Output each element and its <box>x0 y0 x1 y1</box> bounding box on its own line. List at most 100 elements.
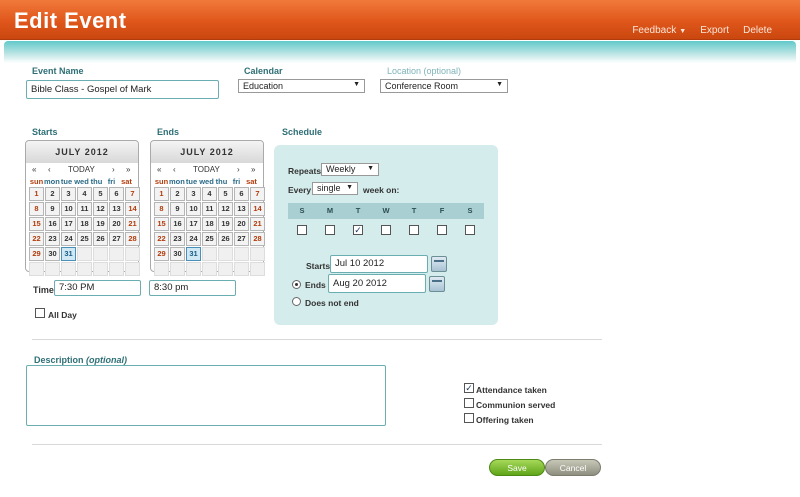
last-month-button[interactable]: » <box>251 165 255 174</box>
prev-month-button[interactable]: ‹ <box>48 165 51 174</box>
calendar-day[interactable]: 11 <box>202 202 217 216</box>
calendar-day[interactable]: 31 <box>61 247 76 261</box>
calendar-day[interactable]: 16 <box>45 217 60 231</box>
calendar-day[interactable]: 27 <box>234 232 249 246</box>
calendar-day[interactable]: 31 <box>186 247 201 261</box>
calendar-day[interactable]: 22 <box>29 232 44 246</box>
option-checkbox[interactable] <box>464 398 474 408</box>
calendar-day[interactable]: 6 <box>109 187 124 201</box>
end-time-input[interactable]: 8:30 pm <box>149 280 236 296</box>
calendar-day[interactable]: 22 <box>154 232 169 246</box>
calendar-day[interactable]: 27 <box>109 232 124 246</box>
calendar-day[interactable]: 18 <box>202 217 217 231</box>
schedule-start-date-input[interactable]: Jul 10 2012 <box>330 255 428 273</box>
weekday-checkbox[interactable] <box>325 225 335 235</box>
today-button[interactable]: TODAY <box>68 165 95 174</box>
calendar-day[interactable]: 11 <box>77 202 92 216</box>
calendar-day[interactable]: 17 <box>186 217 201 231</box>
all-day-checkbox[interactable] <box>35 308 45 318</box>
calendar-select[interactable]: Education ▼ <box>238 79 365 93</box>
cancel-button[interactable]: Cancel <box>545 459 601 476</box>
start-time-input[interactable]: 7:30 PM <box>54 280 141 296</box>
calendar-day[interactable]: 2 <box>170 187 185 201</box>
export-link[interactable]: Export <box>700 25 729 36</box>
calendar-day[interactable]: 18 <box>77 217 92 231</box>
calendar-day[interactable]: 14 <box>250 202 265 216</box>
calendar-day[interactable]: 5 <box>218 187 233 201</box>
option-checkbox[interactable] <box>464 413 474 423</box>
next-month-button[interactable]: › <box>237 165 240 174</box>
calendar-day[interactable]: 16 <box>170 217 185 231</box>
calendar-day[interactable]: 10 <box>61 202 76 216</box>
calendar-day[interactable]: 13 <box>234 202 249 216</box>
calendar-day[interactable]: 1 <box>154 187 169 201</box>
calendar-day[interactable]: 4 <box>202 187 217 201</box>
calendar-day[interactable]: 25 <box>77 232 92 246</box>
calendar-day[interactable]: 13 <box>109 202 124 216</box>
ends-on-radio[interactable] <box>292 280 301 289</box>
calendar-day[interactable]: 24 <box>61 232 76 246</box>
calendar-day[interactable]: 23 <box>45 232 60 246</box>
calendar-day[interactable]: 9 <box>170 202 185 216</box>
weekday-checkbox[interactable] <box>437 225 447 235</box>
save-button[interactable]: Save <box>489 459 545 476</box>
last-month-button[interactable]: » <box>126 165 130 174</box>
calendar-day[interactable]: 26 <box>218 232 233 246</box>
calendar-day[interactable]: 8 <box>29 202 44 216</box>
first-month-button[interactable]: « <box>157 165 161 174</box>
calendar-icon[interactable] <box>429 276 445 292</box>
calendar-day[interactable]: 19 <box>218 217 233 231</box>
calendar-icon[interactable] <box>431 256 447 272</box>
description-textarea[interactable] <box>26 365 386 426</box>
repeats-select[interactable]: Weekly ▼ <box>321 163 379 176</box>
weekday-checkbox[interactable] <box>297 225 307 235</box>
weekday-checkbox[interactable]: ✓ <box>353 225 363 235</box>
calendar-day[interactable]: 9 <box>45 202 60 216</box>
event-name-input[interactable]: Bible Class - Gospel of Mark <box>26 80 219 99</box>
option-checkbox[interactable]: ✓ <box>464 383 474 393</box>
calendar-day[interactable]: 15 <box>29 217 44 231</box>
calendar-day[interactable]: 30 <box>170 247 185 261</box>
calendar-day[interactable]: 3 <box>61 187 76 201</box>
calendar-day[interactable]: 20 <box>234 217 249 231</box>
feedback-menu[interactable]: Feedback ▼ <box>632 25 686 36</box>
calendar-day[interactable]: 14 <box>125 202 140 216</box>
calendar-day[interactable]: 19 <box>93 217 108 231</box>
first-month-button[interactable]: « <box>32 165 36 174</box>
weekday-checkbox[interactable] <box>409 225 419 235</box>
calendar-day[interactable]: 10 <box>186 202 201 216</box>
calendar-day[interactable]: 21 <box>125 217 140 231</box>
calendar-day[interactable]: 7 <box>250 187 265 201</box>
calendar-day[interactable]: 24 <box>186 232 201 246</box>
calendar-day[interactable]: 25 <box>202 232 217 246</box>
calendar-day[interactable]: 23 <box>170 232 185 246</box>
calendar-day[interactable]: 4 <box>77 187 92 201</box>
calendar-day[interactable]: 20 <box>109 217 124 231</box>
does-not-end-radio[interactable] <box>292 297 301 306</box>
calendar-day[interactable]: 26 <box>93 232 108 246</box>
calendar-day[interactable]: 6 <box>234 187 249 201</box>
calendar-day[interactable]: 30 <box>45 247 60 261</box>
location-select[interactable]: Conference Room ▼ <box>380 79 508 93</box>
calendar-day[interactable]: 29 <box>154 247 169 261</box>
calendar-day[interactable]: 29 <box>29 247 44 261</box>
prev-month-button[interactable]: ‹ <box>173 165 176 174</box>
calendar-day[interactable]: 28 <box>125 232 140 246</box>
calendar-day[interactable]: 2 <box>45 187 60 201</box>
calendar-day[interactable]: 12 <box>93 202 108 216</box>
schedule-end-date-input[interactable]: Aug 20 2012 <box>328 274 426 293</box>
calendar-day[interactable]: 8 <box>154 202 169 216</box>
calendar-day[interactable]: 15 <box>154 217 169 231</box>
calendar-day[interactable]: 1 <box>29 187 44 201</box>
today-button[interactable]: TODAY <box>193 165 220 174</box>
calendar-day[interactable]: 3 <box>186 187 201 201</box>
calendar-day[interactable]: 12 <box>218 202 233 216</box>
calendar-day[interactable]: 7 <box>125 187 140 201</box>
weekday-checkbox[interactable] <box>465 225 475 235</box>
next-month-button[interactable]: › <box>112 165 115 174</box>
calendar-day[interactable]: 28 <box>250 232 265 246</box>
calendar-day[interactable]: 21 <box>250 217 265 231</box>
every-select[interactable]: single ▼ <box>312 182 358 195</box>
calendar-day[interactable]: 5 <box>93 187 108 201</box>
delete-link[interactable]: Delete <box>743 25 772 36</box>
